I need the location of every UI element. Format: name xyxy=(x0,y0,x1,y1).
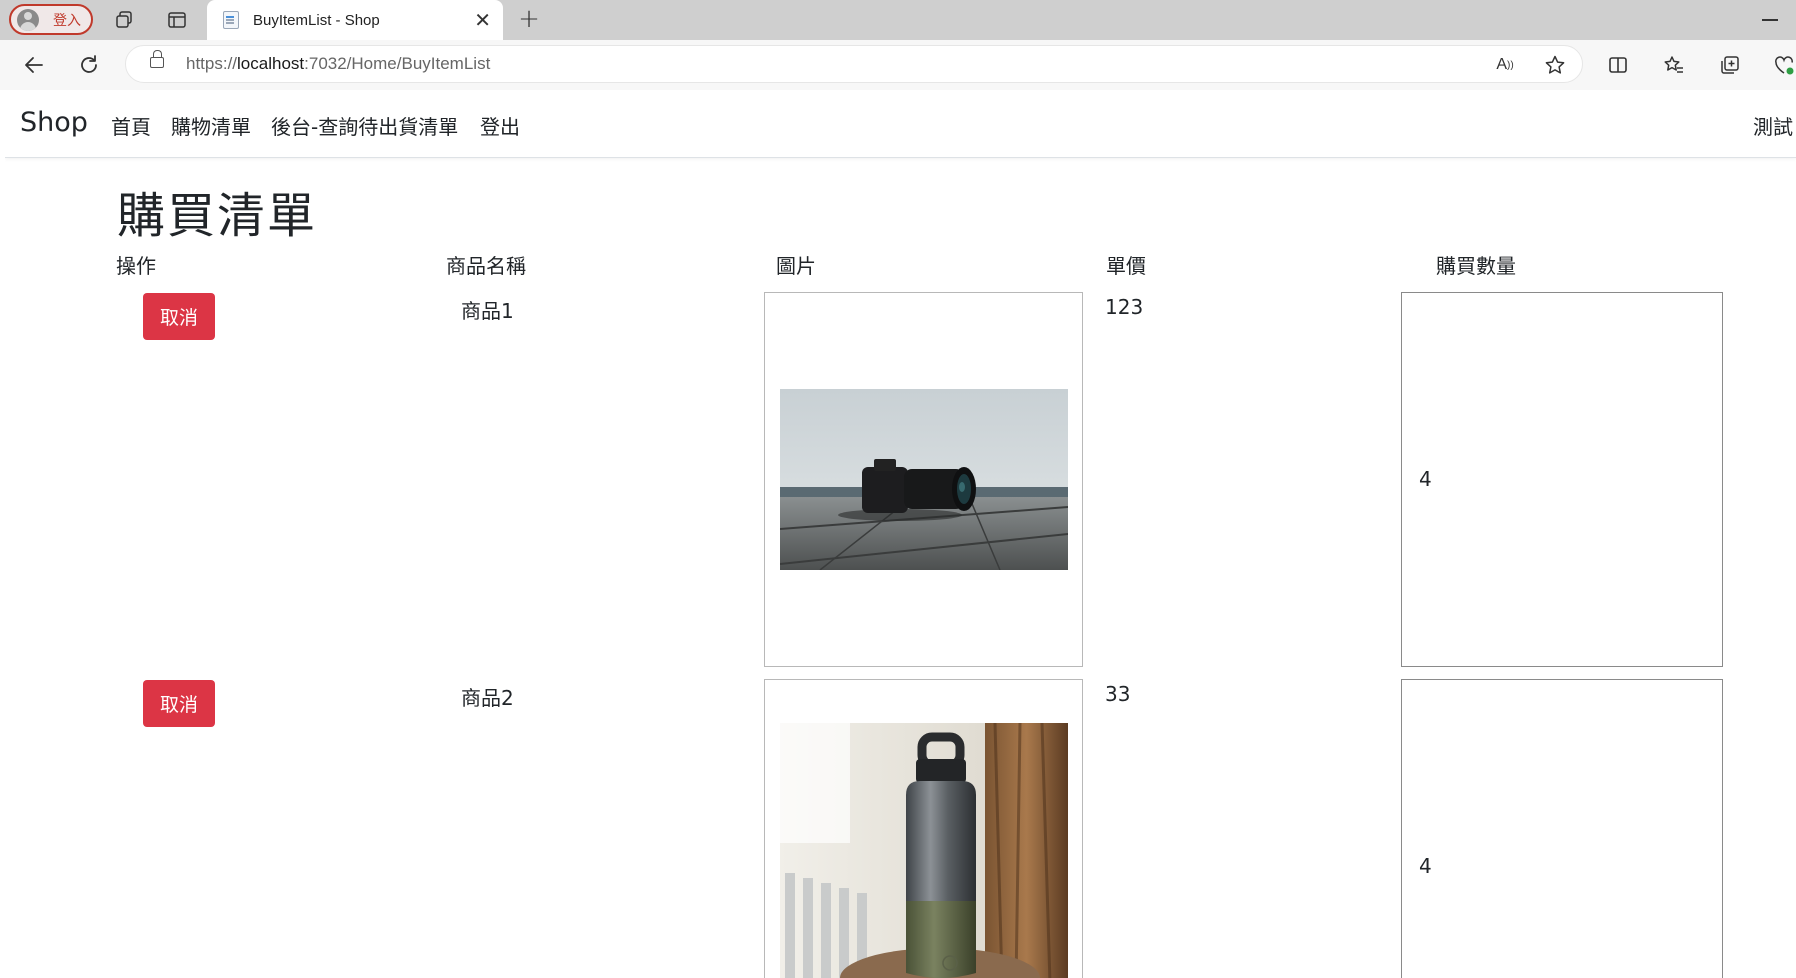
close-tab-icon[interactable]: ✕ xyxy=(474,10,491,30)
column-header-name: 商品名稱 xyxy=(446,254,526,278)
browser-toolbar: https://localhost:7032/Home/BuyItemList … xyxy=(0,40,1796,90)
workspaces-icon[interactable] xyxy=(112,8,136,32)
minimize-window-icon[interactable] xyxy=(1762,19,1778,21)
product-name: 商品2 xyxy=(461,686,514,710)
nav-link-admin-orders[interactable]: 後台-查詢待出貨清單 xyxy=(271,111,458,140)
product-price: 33 xyxy=(1105,682,1131,706)
column-header-image: 圖片 xyxy=(776,254,816,278)
lock-icon xyxy=(150,50,164,68)
profile-button[interactable]: 登入 xyxy=(9,4,93,35)
page-favicon-icon xyxy=(223,11,239,29)
product-image-cell xyxy=(764,292,1083,667)
profile-label: 登入 xyxy=(53,12,81,29)
favorites-icon[interactable] xyxy=(1662,53,1686,77)
product-price: 123 xyxy=(1105,295,1144,319)
avatar-icon xyxy=(17,8,39,31)
column-header-action: 操作 xyxy=(116,254,156,278)
quantity-value: 4 xyxy=(1419,854,1432,878)
site-navbar: Shop 首頁 購物清單 後台-查詢待出貨清單 登出 測試 xyxy=(5,90,1796,158)
collections-icon[interactable] xyxy=(1718,53,1742,77)
quantity-value: 4 xyxy=(1419,467,1432,491)
navbar-brand[interactable]: Shop xyxy=(20,107,88,138)
back-arrow-icon[interactable] xyxy=(22,53,46,77)
product-image-cell xyxy=(764,679,1083,978)
favorite-star-icon[interactable] xyxy=(1543,53,1567,77)
quantity-cell: 4 xyxy=(1401,292,1723,667)
column-header-quantity: 購買數量 xyxy=(1436,254,1516,278)
refresh-icon[interactable] xyxy=(77,53,101,77)
cancel-button[interactable]: 取消 xyxy=(143,293,215,340)
page-title: 購買清單 xyxy=(117,188,318,244)
browser-essentials-icon[interactable] xyxy=(1772,53,1796,77)
bottle-photo xyxy=(780,723,1068,978)
cancel-button[interactable]: 取消 xyxy=(143,680,215,727)
address-bar[interactable]: https://localhost:7032/Home/BuyItemList … xyxy=(125,45,1583,83)
browser-tab-active[interactable]: BuyItemList - Shop ✕ xyxy=(207,0,503,40)
camera-photo xyxy=(780,389,1068,570)
tab-title: BuyItemList - Shop xyxy=(253,11,380,29)
nav-link-home[interactable]: 首頁 xyxy=(111,111,151,140)
nav-link-cart[interactable]: 購物清單 xyxy=(171,111,251,140)
nav-link-logout[interactable]: 登出 xyxy=(480,111,520,140)
url-text: https://localhost:7032/Home/BuyItemList xyxy=(186,54,491,73)
new-tab-button[interactable]: + xyxy=(514,4,544,34)
nav-user-name[interactable]: 測試 xyxy=(1753,111,1793,140)
read-aloud-icon[interactable]: A)) xyxy=(1494,54,1516,76)
browser-tabstrip: 登入 BuyItemList - Shop ✕ + xyxy=(0,0,1796,40)
split-screen-icon[interactable] xyxy=(1606,53,1630,77)
product-name: 商品1 xyxy=(461,299,514,323)
vertical-tabs-icon[interactable] xyxy=(165,8,189,32)
page-content: Shop 首頁 購物清單 後台-查詢待出貨清單 登出 測試 購買清單 操作 商品… xyxy=(5,90,1796,978)
column-header-price: 單價 xyxy=(1106,254,1146,278)
quantity-cell: 4 xyxy=(1401,679,1723,978)
